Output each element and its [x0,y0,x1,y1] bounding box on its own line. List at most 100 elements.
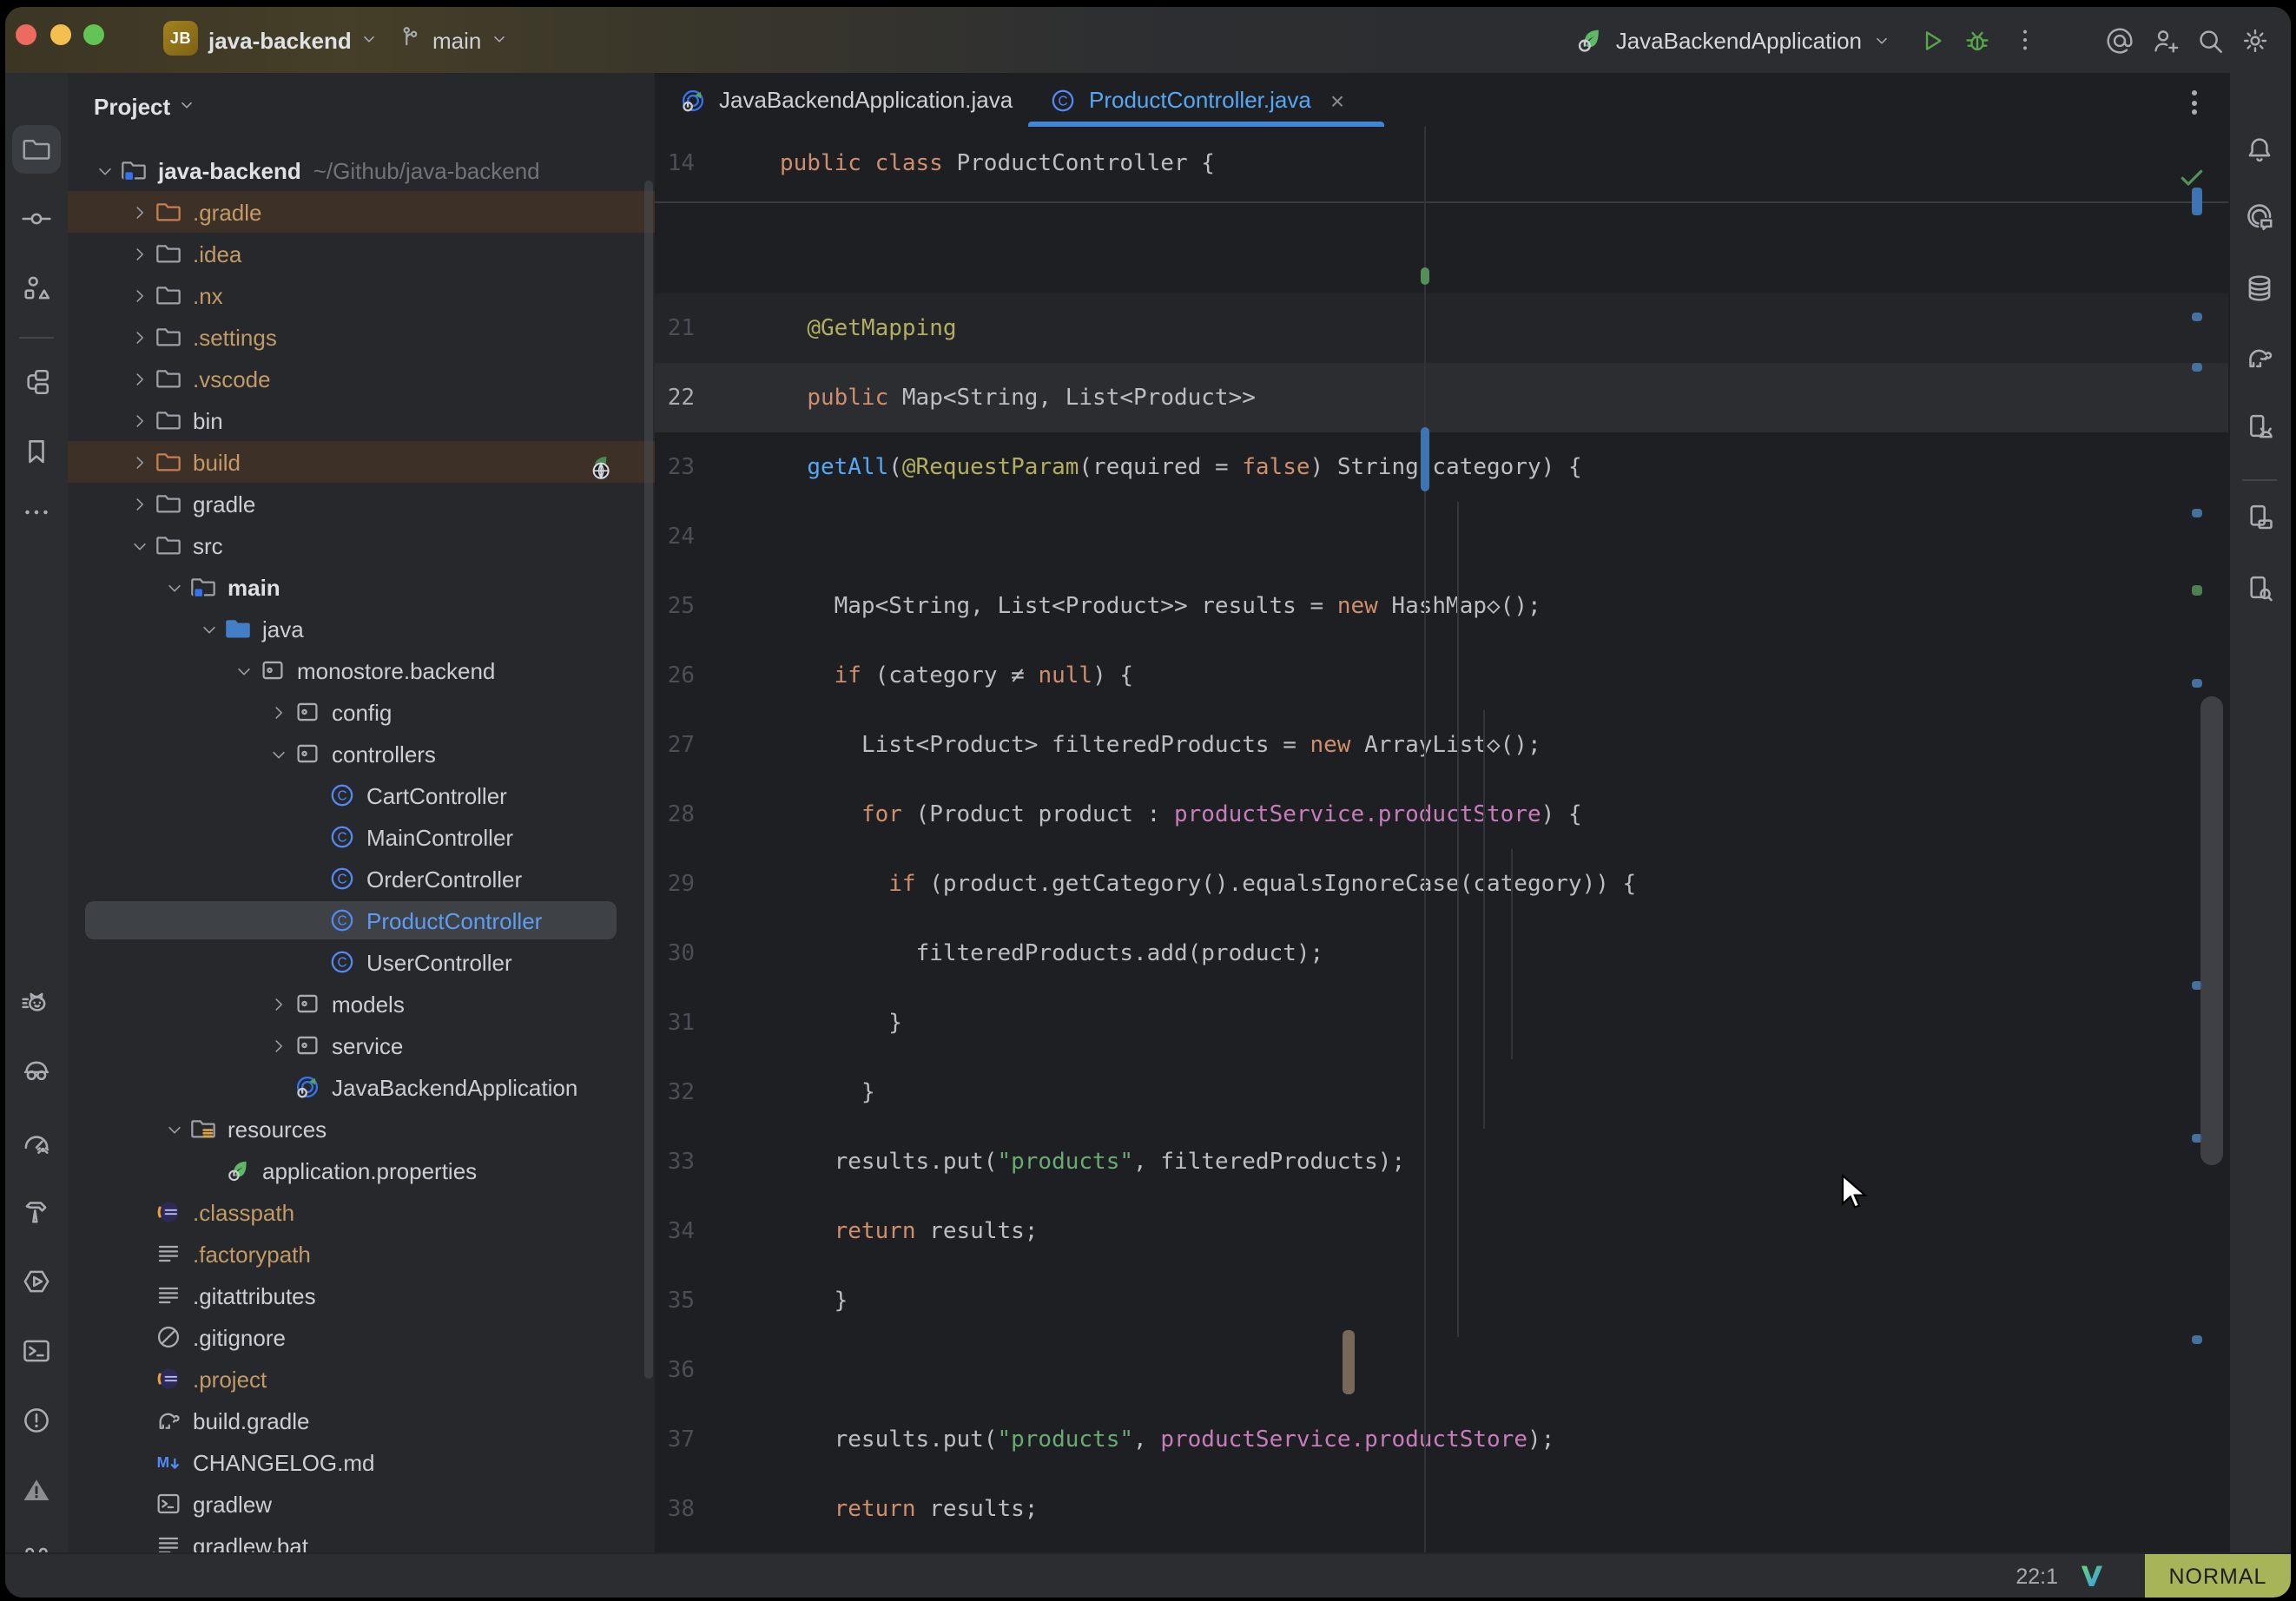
tree-item-productcontroller[interactable]: CProductController [68,899,655,941]
chevron-collapsed-icon[interactable] [127,450,151,474]
tool-dash-cat-button[interactable] [12,979,61,1028]
tree-item-.gitattributes[interactable]: .gitattributes [68,1275,655,1316]
debug-button[interactable] [1954,17,1999,63]
ai-assistant-icon[interactable] [2096,17,2141,63]
tree-item-build.gradle[interactable]: build.gradle [68,1400,655,1441]
close-window-button[interactable] [16,23,36,44]
code-line-32[interactable]: 32 } [655,1057,2230,1127]
tree-item-.vscode[interactable]: .vscode [68,358,655,399]
tree-item-build[interactable]: build [68,441,655,483]
tree-item-.gradle[interactable]: .gradle [68,191,655,233]
code-line-35[interactable]: 35 } [655,1266,2230,1335]
tree-item-javabackendapplication[interactable]: JavaBackendApplication [68,1066,655,1108]
project-switcher[interactable]: java-backend [208,7,379,73]
line-number[interactable]: 25 [655,593,775,619]
chevron-expanded-icon[interactable] [196,616,221,641]
line-number[interactable]: 23 [655,454,775,480]
tool-problems-button[interactable] [12,1396,61,1445]
line-number[interactable]: 27 [655,732,775,758]
tree-item-cartcontroller[interactable]: CCartController [68,774,655,816]
code-line-38[interactable]: 38 return results; [655,1474,2230,1544]
line-number[interactable]: 33 [655,1149,775,1175]
line-number[interactable]: 26 [655,662,775,688]
tool-profiler-button[interactable] [12,1118,61,1167]
line-number[interactable]: 31 [655,1010,775,1036]
chevron-expanded-icon[interactable] [266,741,290,766]
database-button[interactable] [2235,264,2284,313]
tree-item-main[interactable]: main [68,566,655,608]
code-line-27[interactable]: 27 List<Product> filteredProducts = new … [655,710,2230,780]
line-number[interactable]: 32 [655,1079,775,1105]
zoom-window-button[interactable] [83,23,104,44]
line-number[interactable]: 30 [655,940,775,966]
tree-item-java-backend[interactable]: java-backend~/Github/java-backend [68,149,655,191]
tool-bookmarks-button[interactable] [12,427,61,476]
code-line-29[interactable]: 29 if (product.getCategory().equalsIgnor… [655,849,2230,919]
code-line-36[interactable]: 36 [655,1335,2230,1405]
run-configuration-selector[interactable]: JavaBackendApplication [1574,24,1891,56]
editor-scrollbar[interactable] [2200,696,2223,1165]
line-number[interactable]: 28 [655,801,775,827]
running-devices-button[interactable] [2235,403,2284,451]
chevron-collapsed-icon[interactable] [266,1033,290,1057]
notifications-button[interactable] [2235,125,2284,174]
code-line-28[interactable]: 28 for (Product product : productService… [655,780,2230,849]
tool-structure-button[interactable] [12,264,61,313]
code-line-26[interactable]: 26 if (category ≠ null) { [655,641,2230,710]
run-button[interactable] [1909,17,1954,63]
tree-item-.gitignore[interactable]: .gitignore [68,1316,655,1358]
tree-item-.classpath[interactable]: .classpath [68,1191,655,1233]
tree-item-maincontroller[interactable]: CMainController [68,816,655,858]
tree-item-.idea[interactable]: .idea [68,233,655,274]
device-explorer-button[interactable] [2235,564,2284,613]
device-manager-button[interactable] [2235,493,2284,542]
line-number[interactable]: 24 [655,524,775,550]
tree-item-monostore.backend[interactable]: monostore.backend [68,649,655,691]
tool-github-copilot-button[interactable] [12,1047,61,1096]
chevron-expanded-icon[interactable] [162,575,186,599]
chevron-collapsed-icon[interactable] [127,491,151,516]
chevron-collapsed-icon[interactable] [127,366,151,391]
code-line-31[interactable]: 31 } [655,988,2230,1057]
tree-item-.nx[interactable]: .nx [68,274,655,316]
tree-item-models[interactable]: models [68,983,655,1025]
code-editor[interactable]: 14 public class ProductController { 21 @G… [655,127,2230,1554]
more-options-icon[interactable] [2002,17,2048,63]
minimize-window-button[interactable] [49,23,70,44]
tree-item-service[interactable]: service [68,1025,655,1066]
vim-mode-badge[interactable]: NORMAL [2145,1554,2291,1598]
chevron-expanded-icon[interactable] [231,658,255,682]
gradle-button[interactable] [2235,333,2284,382]
tree-item-.project[interactable]: .project [68,1358,655,1400]
editor-tab-productcontroller-java[interactable]: CProductController.java× [1025,73,1369,127]
tree-item-usercontroller[interactable]: CUserController [68,941,655,983]
line-number[interactable]: 38 [655,1496,775,1522]
ideavim-icon[interactable] [2077,1561,2107,1598]
tree-item-config[interactable]: config [68,691,655,733]
tree-item-application.properties[interactable]: application.properties [68,1150,655,1191]
rest-endpoint-icon[interactable] [584,452,613,482]
caret-position-widget[interactable]: 22:1 [2016,1554,2058,1598]
tree-item-bin[interactable]: bin [68,399,655,441]
line-number[interactable]: 37 [655,1426,775,1453]
tree-item-resources[interactable]: resources [68,1108,655,1150]
line-number[interactable]: 34 [655,1218,775,1244]
tree-item-gradle[interactable]: gradle [68,483,655,524]
code-line-21[interactable]: 21 @GetMapping [655,293,2230,363]
tool-commit-button[interactable] [12,194,61,243]
chevron-collapsed-icon[interactable] [266,992,290,1016]
chevron-expanded-icon[interactable] [92,158,116,182]
tree-item-.settings[interactable]: .settings [68,316,655,358]
sticky-line[interactable]: 14 public class ProductController { [655,127,2230,203]
branch-widget[interactable]: main [398,7,509,73]
chevron-collapsed-icon[interactable] [127,408,151,432]
ai-assistant-button[interactable] [2235,194,2284,243]
tool-warnings-button[interactable] [12,1466,61,1514]
editor-options-icon[interactable] [2192,90,2197,115]
chevron-collapsed-icon[interactable] [127,241,151,266]
code-line-22[interactable]: 22 public Map<String, List<Product>> [655,363,2230,432]
code-line-34[interactable]: 34 return results; [655,1196,2230,1266]
line-number[interactable]: 14 [655,151,775,177]
tree-item-ordercontroller[interactable]: COrderController [68,858,655,899]
tool-project-button[interactable] [12,125,61,174]
